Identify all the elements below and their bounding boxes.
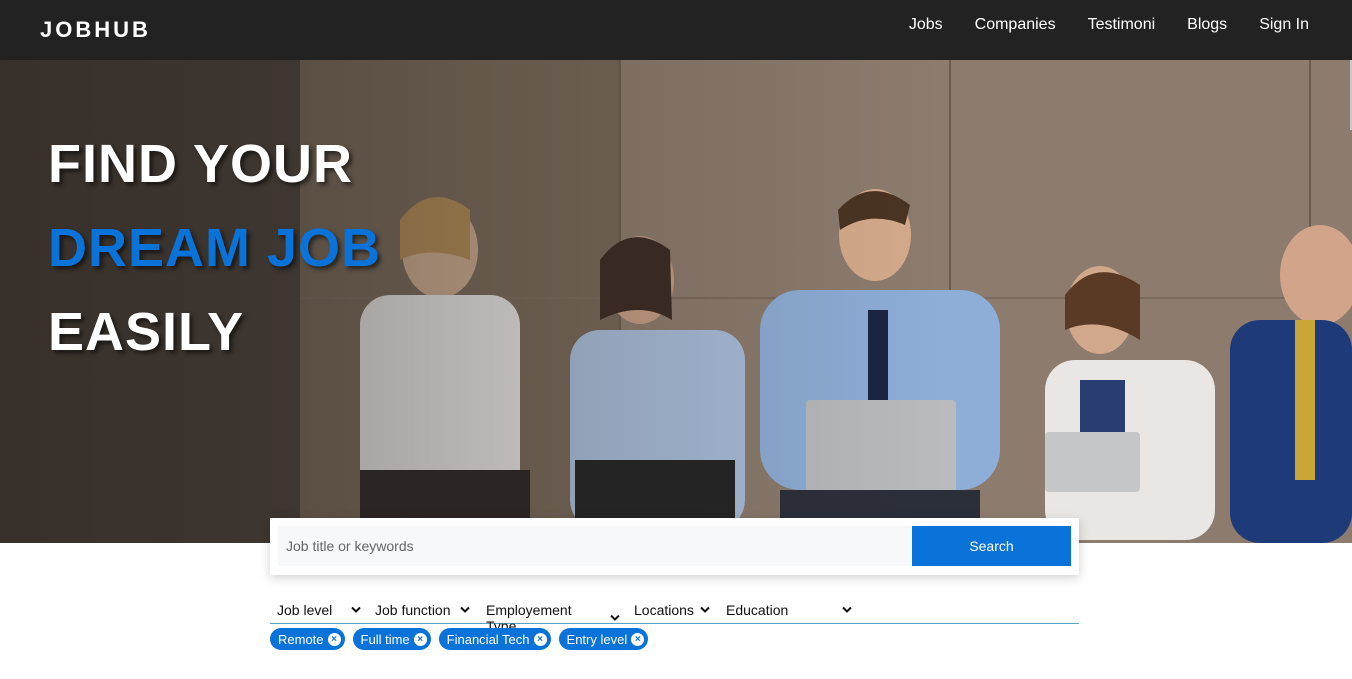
headline-line-2: DREAM JOB [48,218,382,278]
chip-label: Full time [360,631,410,647]
filter-locations[interactable]: Locations [634,602,710,618]
chip-financial-tech: Financial Tech × [438,628,551,650]
chip-label: Financial Tech [446,631,530,647]
nav-link-blogs[interactable]: Blogs [1187,16,1227,34]
chevron-down-icon [351,606,361,613]
top-navbar: JOBHUB Jobs Companies Testimoni Blogs Si… [0,0,1352,60]
filter-label: Education [726,602,789,618]
chip-remote: Remote × [270,628,345,650]
filter-education[interactable]: Education [726,602,852,618]
logo[interactable]: JOBHUB [40,17,151,43]
close-icon[interactable]: × [533,632,547,646]
nav-menu: Jobs Companies Testimoni Blogs Sign In [877,16,1309,34]
chevron-down-icon [842,606,852,613]
chevron-down-icon [610,614,620,621]
chip-label: Remote [278,631,324,647]
active-filter-chips: Remote × Full time × Financial Tech × En… [270,628,656,650]
hero-banner: FIND YOUR DREAM JOB EASILY [0,60,1352,543]
close-icon[interactable]: × [327,632,341,646]
filter-bar: Job level Job function Employement Type … [270,598,1079,634]
search-input[interactable] [278,526,912,566]
nav-link-jobs[interactable]: Jobs [909,16,943,34]
chip-label: Entry level [566,631,628,647]
filter-label: Job level [277,602,333,618]
search-button[interactable]: Search [912,526,1071,566]
chip-entry-level: Entry level × [558,628,649,650]
nav-link-testimoni[interactable]: Testimoni [1088,16,1156,34]
search-card: Search [270,518,1079,575]
hero-headline: FIND YOUR DREAM JOB EASILY [48,122,381,374]
filter-job-function[interactable]: Job function [375,602,470,618]
filter-label: Locations [634,602,694,618]
filter-label: Job function [375,602,451,618]
chevron-down-icon [460,606,470,613]
filter-job-level[interactable]: Job level [277,602,361,618]
nav-link-sign-in[interactable]: Sign In [1259,16,1309,34]
close-icon[interactable]: × [631,632,645,646]
nav-link-companies[interactable]: Companies [975,16,1056,34]
headline-line-3: EASILY [48,302,245,362]
chevron-down-icon [700,606,710,613]
headline-line-1: FIND YOUR [48,134,354,194]
chip-full-time: Full time × [352,628,431,650]
close-icon[interactable]: × [413,632,427,646]
